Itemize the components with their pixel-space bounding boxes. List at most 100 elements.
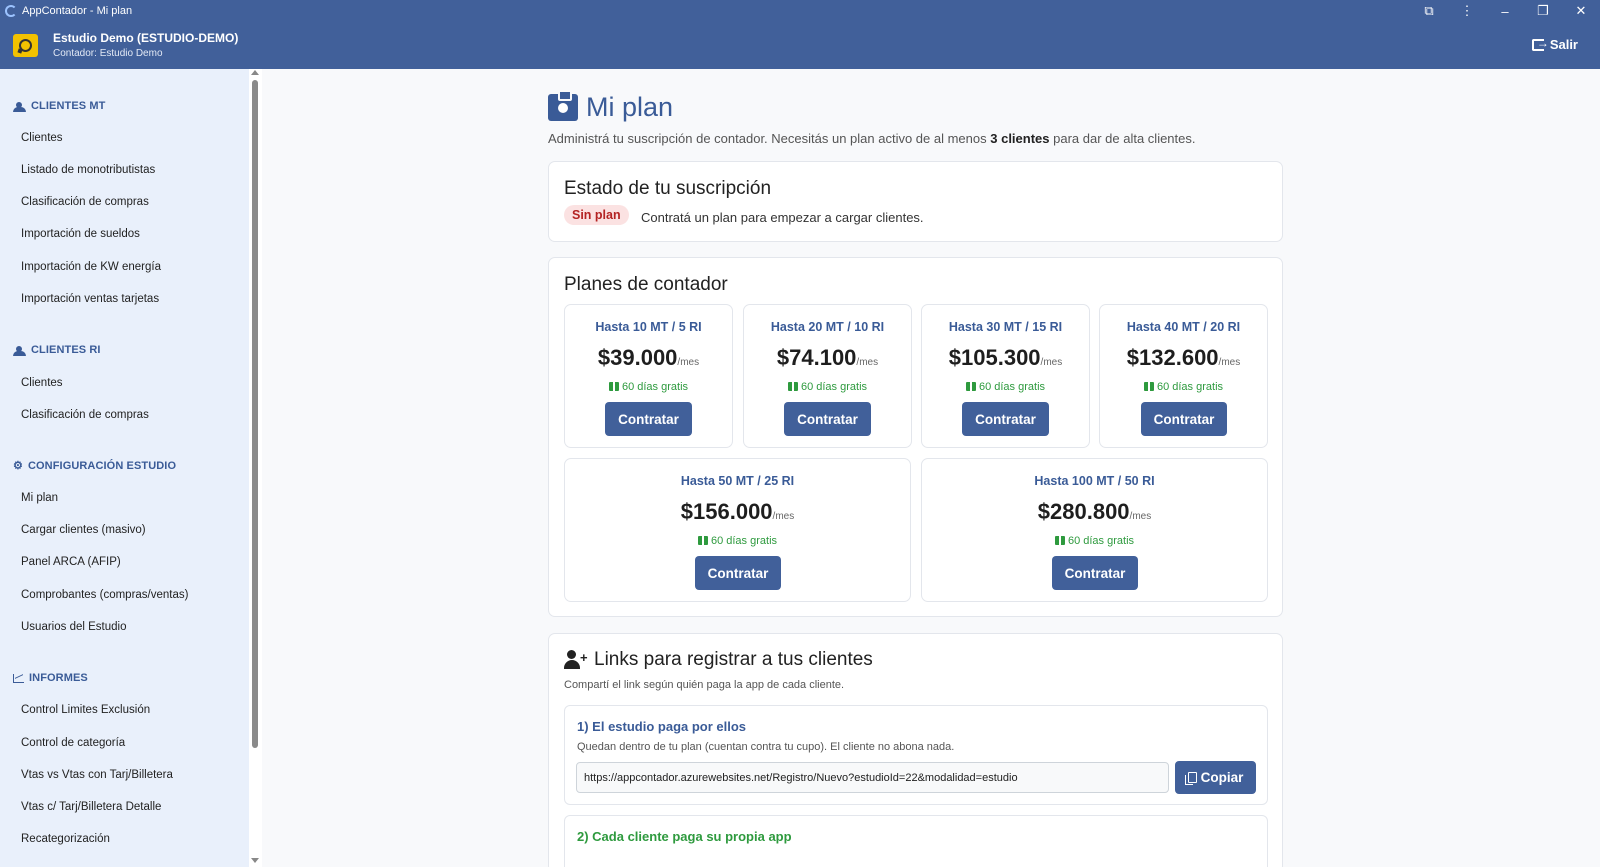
plan-card: Hasta 100 MT / 50 RI $280.800/mes 60 día… xyxy=(921,458,1268,602)
plans-title: Planes de contador xyxy=(564,274,728,295)
registration-link-input[interactable] xyxy=(576,762,1169,793)
option-studio-pays-desc: Quedan dentro de tu plan (cuentan contra… xyxy=(577,741,955,753)
window-title: AppContador - Mi plan xyxy=(22,5,133,17)
logout-button[interactable]: Salir xyxy=(1531,36,1578,52)
sidebar-item-vtas-tarj-detalle[interactable]: Vtas c/ Tarj/Billetera Detalle xyxy=(21,801,161,813)
sidebar-item-cargar-clientes[interactable]: Cargar clientes (masivo) xyxy=(21,524,146,536)
page-subtitle: Administrá tu suscripción de contador. N… xyxy=(548,131,1196,146)
copy-link-button[interactable]: Copiar xyxy=(1175,761,1256,794)
contratar-button[interactable]: Contratar xyxy=(784,402,871,436)
chart-line-icon xyxy=(13,673,24,683)
window-controls: ⧉ ⋮ – ❐ ✕ xyxy=(1410,0,1600,22)
free-trial-label: 60 días gratis xyxy=(922,535,1267,547)
logout-icon xyxy=(1531,36,1549,51)
contratar-button[interactable]: Contratar xyxy=(605,402,692,436)
free-trial-text: 60 días gratis xyxy=(1067,535,1135,547)
close-icon[interactable]: ✕ xyxy=(1562,3,1600,19)
sidebar-item-comprobantes[interactable]: Comprobantes (compras/ventas) xyxy=(21,589,188,601)
plan-price: $280.800/mes xyxy=(922,499,1267,525)
sidebar-item-recategorizacion[interactable]: Recategorización xyxy=(21,833,110,845)
free-trial-text: 60 días gratis xyxy=(800,381,868,393)
subtitle-text: Administrá tu suscripción de contador. N… xyxy=(548,131,991,146)
sidebar-item-mi-plan[interactable]: Mi plan xyxy=(21,492,58,504)
sidebar-item-importacion-kw[interactable]: Importación de KW energía xyxy=(21,261,161,273)
status-badge: Sin plan xyxy=(564,205,629,225)
gift-icon xyxy=(608,382,619,391)
restore-icon[interactable]: ❐ xyxy=(1524,3,1562,19)
more-options-icon[interactable]: ⋮ xyxy=(1448,3,1486,19)
price-suffix: /mes xyxy=(1218,357,1241,368)
contratar-button[interactable]: Contratar xyxy=(962,402,1049,436)
sidebar-item-clasificacion-compras-mt[interactable]: Clasificación de compras xyxy=(21,196,149,208)
gift-icon xyxy=(697,536,708,545)
price-value: $132.600 xyxy=(1126,345,1219,370)
gift-icon xyxy=(1143,382,1154,391)
plan-card: Hasta 50 MT / 25 RI $156.000/mes 60 días… xyxy=(564,458,911,602)
price-suffix: /mes xyxy=(772,511,795,522)
gift-icon xyxy=(787,382,798,391)
price-suffix: /mes xyxy=(856,357,879,368)
gears-icon: ⚙ xyxy=(13,459,23,472)
plan-name: Hasta 50 MT / 25 RI xyxy=(680,474,795,488)
sidebar-item-listado-monotributistas[interactable]: Listado de monotributistas xyxy=(21,164,155,176)
sidebar-item-importacion-ventas-tarjetas[interactable]: Importación ventas tarjetas xyxy=(21,293,159,305)
id-badge-icon xyxy=(548,90,578,121)
sidebar-item-vtas-vs-tarj[interactable]: Vtas vs Vtas con Tarj/Billetera xyxy=(21,769,173,781)
sidebar-item-panel-arca[interactable]: Panel ARCA (AFIP) xyxy=(21,556,121,568)
free-trial-label: 60 días gratis xyxy=(565,535,910,547)
plan-card: Hasta 20 MT / 10 RI $74.100/mes 60 días … xyxy=(743,304,912,448)
free-trial-label: 60 días gratis xyxy=(922,381,1089,393)
free-trial-text: 60 días gratis xyxy=(710,535,778,547)
price-value: $39.000 xyxy=(597,345,678,370)
sidebar-section-clientes-ri: CLIENTES RI xyxy=(13,344,101,356)
contratar-button[interactable]: Contratar xyxy=(1052,556,1138,590)
sidebar-section-configuracion: ⚙ CONFIGURACIÓN ESTUDIO xyxy=(13,460,176,472)
sidebar-item-clientes-ri[interactable]: Clientes xyxy=(21,377,63,389)
plan-price: $156.000/mes xyxy=(565,499,910,525)
sidebar-item-clientes-mt[interactable]: Clientes xyxy=(21,132,63,144)
sidebar-item-usuarios-estudio[interactable]: Usuarios del Estudio xyxy=(21,621,126,633)
plan-price: $74.100/mes xyxy=(744,345,911,371)
subtitle-min-clients: 3 clientes xyxy=(990,131,1050,146)
subscription-card: Estado de tu suscripción xyxy=(548,161,1283,242)
plan-name: Hasta 30 MT / 15 RI xyxy=(948,320,1063,334)
option-studio-pays-title: 1) El estudio paga por ellos xyxy=(577,719,747,734)
sidebar-item-importacion-sueldos[interactable]: Importación de sueldos xyxy=(21,228,140,240)
links-title: + Links para registrar a tus clientes xyxy=(564,649,873,671)
copy-label: Copiar xyxy=(1200,770,1244,785)
contador-line: Contador: Estudio Demo xyxy=(53,48,163,59)
extensions-icon[interactable]: ⧉ xyxy=(1410,3,1448,19)
section-title: CLIENTES RI xyxy=(31,344,101,356)
sidebar-scroll-thumb[interactable] xyxy=(252,80,258,748)
minimize-icon[interactable]: – xyxy=(1486,4,1524,19)
price-suffix: /mes xyxy=(1040,357,1063,368)
option-client-pays-title: 2) Cada cliente paga su propia app xyxy=(577,829,792,844)
plan-card: Hasta 30 MT / 15 RI $105.300/mes 60 días… xyxy=(921,304,1090,448)
section-title: CONFIGURACIÓN ESTUDIO xyxy=(27,460,177,472)
plan-price: $132.600/mes xyxy=(1100,345,1267,371)
app-icon xyxy=(5,5,17,17)
contratar-button[interactable]: Contratar xyxy=(1141,402,1227,436)
page-title: Mi plan xyxy=(548,90,674,123)
section-title: INFORMES xyxy=(29,672,88,684)
price-suffix: /mes xyxy=(1129,511,1152,522)
sidebar-section-informes: INFORMES xyxy=(13,672,88,684)
gift-icon xyxy=(1054,536,1065,545)
sidebar-item-clasificacion-compras-ri[interactable]: Clasificación de compras xyxy=(21,409,149,421)
scroll-down-arrow-icon[interactable] xyxy=(251,858,259,863)
links-subtitle: Compartí el link según quién paga la app… xyxy=(564,679,845,691)
free-trial-label: 60 días gratis xyxy=(565,381,732,393)
page-title-text: Mi plan xyxy=(586,92,674,122)
sidebar-item-control-limites[interactable]: Control Limites Exclusión xyxy=(21,704,150,716)
users-icon xyxy=(13,345,26,356)
contratar-button[interactable]: Contratar xyxy=(695,556,781,590)
sidebar-item-control-categoria[interactable]: Control de categoría xyxy=(21,737,125,749)
copy-icon xyxy=(1184,772,1197,785)
free-trial-text: 60 días gratis xyxy=(621,381,689,393)
app-header: Estudio Demo (ESTUDIO-DEMO) Contador: Es… xyxy=(0,22,1600,69)
plan-name: Hasta 100 MT / 50 RI xyxy=(1034,474,1155,488)
scroll-up-arrow-icon[interactable] xyxy=(251,70,259,75)
window-titlebar: AppContador - Mi plan ⧉ ⋮ – ❐ ✕ xyxy=(0,0,1600,22)
price-value: $105.300 xyxy=(948,345,1041,370)
sidebar: CLIENTES MT Clientes Listado de monotrib… xyxy=(0,69,249,867)
